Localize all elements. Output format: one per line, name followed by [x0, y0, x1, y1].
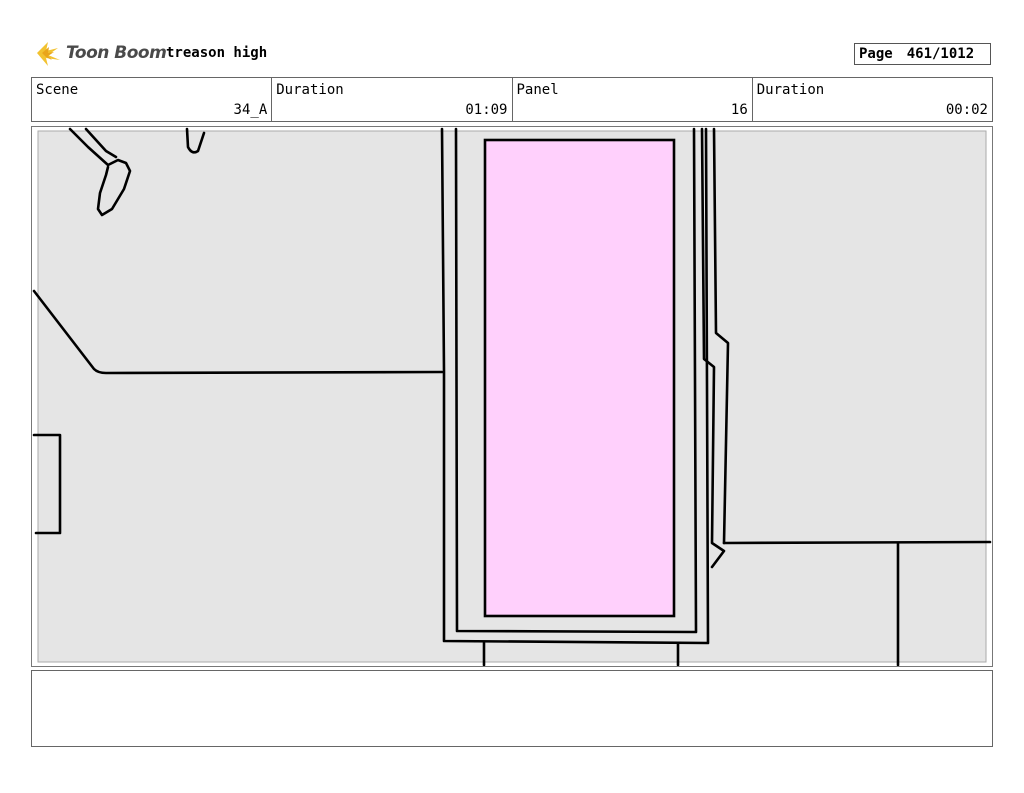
page-number: 461/1012: [906, 46, 975, 62]
scene-duration-cell: Duration 01:09: [272, 78, 513, 121]
page-indicator: Page 461/1012: [854, 43, 991, 65]
panel-duration-value: 00:02: [945, 102, 988, 118]
right-floor-line: [722, 540, 992, 545]
page-label: Page: [859, 46, 893, 62]
scene-duration-label: Duration: [276, 82, 344, 98]
panel-duration-label: Duration: [756, 82, 825, 98]
panel-info-row: Scene 34_A Duration 01:09 Panel 16 Durat…: [31, 77, 993, 122]
scene-duration-value: 01:09: [465, 102, 508, 118]
storyboard-panel: [31, 126, 993, 667]
scene-cell: Scene 34_A: [32, 78, 273, 121]
panel-value: 16: [730, 102, 748, 118]
scene-value: 34_A: [233, 102, 268, 118]
panel-label: Panel: [516, 82, 559, 98]
panel-notes-box: [31, 670, 993, 747]
scene-label: Scene: [36, 82, 79, 98]
panel-cell: Panel 16: [513, 78, 753, 121]
door-panel: [483, 138, 676, 618]
panel-drawing: [32, 127, 992, 666]
project-title: treason high: [166, 45, 268, 61]
logo-wordmark: Toon Boom: [66, 43, 167, 63]
panel-duration-cell: Duration 00:02: [753, 78, 992, 121]
